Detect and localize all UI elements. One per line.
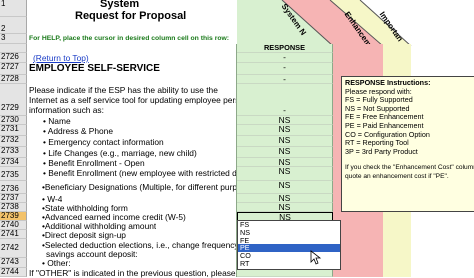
enh-cell-2726[interactable] xyxy=(333,53,383,63)
item-direct-deposit: •Direct deposit sign-up xyxy=(42,230,126,240)
dropdown-option-rt[interactable]: RT xyxy=(238,260,340,268)
row-header-2741[interactable]: 2741 xyxy=(0,230,27,239)
response-cell-2729[interactable]: - xyxy=(237,84,333,116)
tooltip-line: quote an enhancement cost if "PE". xyxy=(345,172,449,180)
imp-cell-2739[interactable] xyxy=(383,212,411,221)
row-header-2734[interactable]: 2734 xyxy=(0,158,27,167)
tooltip-line: 3P = 3rd Party Product xyxy=(345,146,418,156)
tooltip-line: If you check the "Enhancement Cost" colu… xyxy=(345,164,474,172)
enh-col-blank xyxy=(333,44,383,53)
row-header-2735[interactable]: 2735 xyxy=(0,167,27,181)
row-header-2729[interactable]: 2729 xyxy=(0,84,27,116)
item-beneficiary: •Beneficiary Designations (Multiple, for… xyxy=(42,182,258,192)
section-title: EMPLOYEE SELF-SERVICE xyxy=(29,63,160,74)
item-benefit-open: • Benefit Enrollment - Open xyxy=(43,158,145,168)
item-name: • Name xyxy=(43,116,71,126)
help-text: For HELP, place the cursor in desired co… xyxy=(29,35,230,42)
item-address: • Address & Phone xyxy=(43,126,113,136)
enh-cell-2727[interactable] xyxy=(333,63,383,75)
dropdown-option-fe[interactable]: FE xyxy=(238,236,340,245)
response-cell-2735[interactable]: NS xyxy=(237,167,333,181)
imp-cell-2744[interactable] xyxy=(383,268,411,277)
imp-cell-2726[interactable] xyxy=(383,53,411,63)
imp-cell-2740[interactable] xyxy=(383,221,411,230)
item-emergency: • Emergency contact information xyxy=(43,137,164,147)
response-cell-2738[interactable]: NS xyxy=(237,203,333,212)
item-life-changes: • Life Changes (e.g., marriage, new chil… xyxy=(43,148,197,158)
dropdown-option-co[interactable]: CO xyxy=(238,252,340,260)
dropdown-option-pe[interactable]: PE xyxy=(238,244,340,253)
row-header-3[interactable]: 3 xyxy=(0,34,27,44)
intro-line-3: information such as: xyxy=(29,105,104,115)
item-benefit-new: • Benefit Enrollment (new employee with … xyxy=(43,168,256,178)
item-other: • Other: xyxy=(42,258,71,268)
response-dropdown-list[interactable]: FS NS FE PE CO RT xyxy=(237,220,341,270)
intro-line-1: Please indicate if the ESP has the abili… xyxy=(29,85,218,95)
intro-line-2: Internet as a self service tool for upda… xyxy=(29,95,256,105)
imp-cell-2743[interactable] xyxy=(383,258,411,268)
tooltip-line xyxy=(345,156,471,164)
imp-cell-2742[interactable] xyxy=(383,239,411,258)
imp-cell-2741[interactable] xyxy=(383,230,411,239)
return-to-top-link[interactable]: (Return to Top) xyxy=(33,53,89,63)
imp-col-blank xyxy=(383,44,411,53)
response-instructions-tooltip: RESPONSE Instructions: Please respond wi… xyxy=(341,76,474,212)
dropdown-option-fs[interactable]: FS xyxy=(238,221,340,229)
response-cell-2728[interactable]: - xyxy=(237,75,333,84)
row-header-2742[interactable]: 2742 xyxy=(0,239,27,258)
row-header-2744[interactable]: 2744 xyxy=(0,268,27,277)
row-header-2728[interactable]: 2728 xyxy=(0,75,27,84)
imp-cell-2727[interactable] xyxy=(383,63,411,75)
dropdown-option-ns[interactable]: NS xyxy=(238,228,340,237)
